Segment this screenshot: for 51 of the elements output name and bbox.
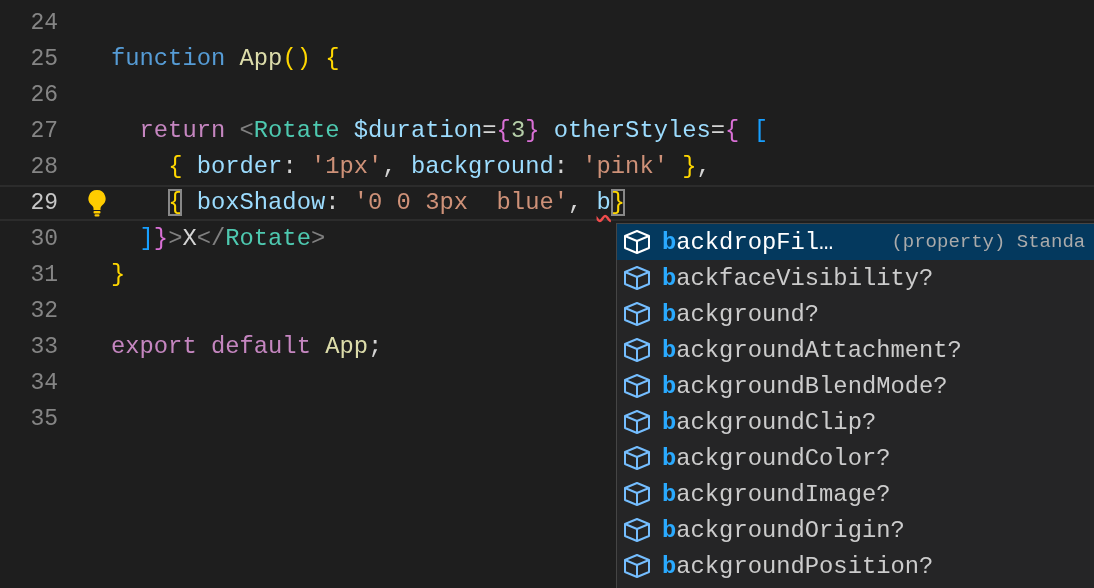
suggestion-label: backgroundBlendMode? — [662, 372, 948, 400]
cube-icon — [623, 301, 651, 327]
suggestion-item[interactable]: backgroundColor? — [617, 440, 1094, 476]
suggestion-item[interactable]: backgroundAttachment? — [617, 332, 1094, 368]
suggestion-detail: (property) Standa — [891, 231, 1086, 253]
cube-icon — [623, 553, 651, 579]
line-number: 28 — [29, 154, 58, 180]
code-line: } — [111, 260, 126, 290]
cube-icon — [623, 229, 651, 255]
cube-icon — [623, 445, 651, 471]
line-number: 32 — [29, 298, 58, 324]
suggestion-item[interactable]: backgroundPosition? — [617, 548, 1094, 584]
suggestion-label: backgroundAttachment? — [662, 336, 962, 364]
code-line: function App() { — [111, 44, 340, 74]
line-number: 30 — [29, 226, 58, 252]
suggestion-label: backgroundImage? — [662, 480, 891, 508]
line-number: 26 — [29, 82, 58, 108]
line-number: 24 — [29, 10, 58, 36]
suggestion-item[interactable]: backgroundOrigin? — [617, 512, 1094, 548]
cube-icon — [623, 409, 651, 435]
line-number: 31 — [29, 262, 58, 288]
suggestion-label: backfaceVisibility? — [662, 264, 934, 292]
line-number: 34 — [29, 370, 58, 396]
suggestion-item[interactable]: backgroundClip? — [617, 404, 1094, 440]
line-number: 27 — [29, 118, 58, 144]
suggestion-label: backdropFil… — [662, 228, 834, 256]
code-line: { border: '1px', background: 'pink' }, — [167, 152, 711, 182]
suggestion-label: backgroundOrigin? — [662, 516, 905, 544]
suggestion-item[interactable]: backfaceVisibility? — [617, 260, 1094, 296]
code-line: { boxShadow: '0 0 3px blue', b} — [167, 188, 626, 218]
suggestion-item[interactable]: background? — [617, 296, 1094, 332]
cube-icon — [623, 517, 651, 543]
code-line: ]}>X</Rotate> — [138, 224, 326, 254]
cube-icon — [623, 481, 651, 507]
cube-icon — [623, 265, 651, 291]
line-number: 29 — [29, 190, 58, 216]
suggestion-item[interactable]: backgroundBlendMode? — [617, 368, 1094, 404]
cube-icon — [623, 337, 651, 363]
suggestion-label: backgroundClip? — [662, 408, 877, 436]
suggestion-item[interactable]: backdropFil… (property) Standa — [617, 224, 1094, 260]
line-number: 35 — [29, 406, 58, 432]
suggestion-label: background? — [662, 300, 820, 328]
suggestion-label: backgroundPosition? — [662, 552, 934, 580]
line-number: 25 — [29, 46, 58, 72]
suggestion-item[interactable]: backgroundImage? — [617, 476, 1094, 512]
cube-icon — [623, 373, 651, 399]
code-line: export default App; — [111, 332, 383, 362]
line-number: 33 — [29, 334, 58, 360]
lightbulb-icon[interactable] — [86, 189, 107, 217]
suggestion-label: backgroundColor? — [662, 444, 891, 472]
code-line: return <Rotate $duration={3} otherStyles={ [ — [138, 116, 768, 146]
